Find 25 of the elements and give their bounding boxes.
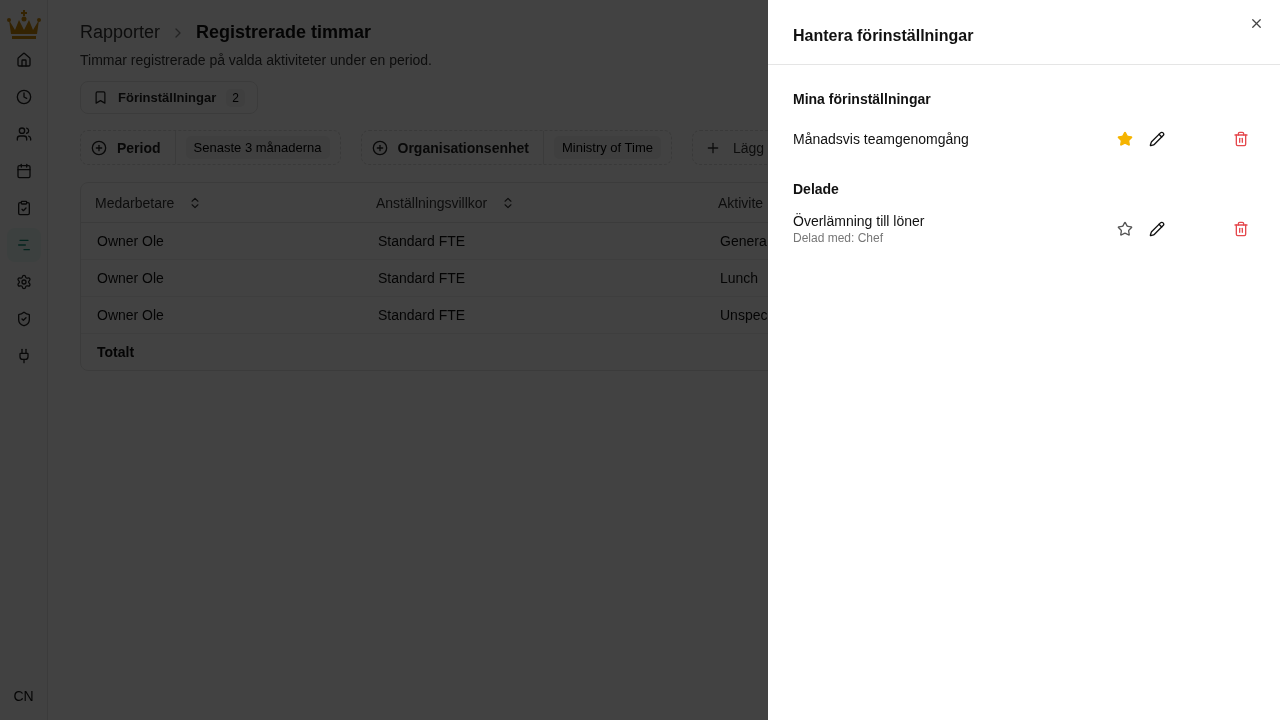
shared-with-text: Delad med: Chef: [793, 231, 885, 245]
close-icon: [1249, 16, 1264, 31]
preset-name[interactable]: Månadsvis teamgenomgång: [793, 131, 1115, 147]
edit-button[interactable]: [1147, 129, 1167, 149]
filter-label: Organisationsenhet: [397, 139, 529, 156]
section-title: Mina förinställningar: [793, 91, 932, 107]
table-cell: Standard FTE: [378, 270, 466, 286]
page-title: Registrerade timmar: [196, 22, 372, 43]
filter-label: Period: [117, 139, 161, 156]
preset-name[interactable]: Överlämning till löner: [793, 213, 1115, 229]
total-label: Totalt: [97, 344, 135, 360]
table-cell: Unspec: [720, 307, 768, 323]
table-cell: Owner Ole: [97, 307, 164, 323]
table-cell: Standard FTE: [378, 233, 466, 249]
star-button[interactable]: [1115, 129, 1135, 149]
table-cell: Standard FTE: [378, 307, 466, 323]
star-button[interactable]: [1115, 219, 1135, 239]
table-cell: Owner Ole: [97, 270, 164, 286]
table-cell: Genera: [720, 233, 767, 249]
table-cell: Lunch: [720, 270, 759, 286]
drawer-title: Hantera förinställningar: [793, 27, 974, 45]
section-title: Delade: [793, 181, 840, 197]
table-cell: Owner Ole: [97, 233, 164, 249]
user-initials[interactable]: CN: [13, 688, 34, 704]
edit-button[interactable]: [1147, 219, 1167, 239]
